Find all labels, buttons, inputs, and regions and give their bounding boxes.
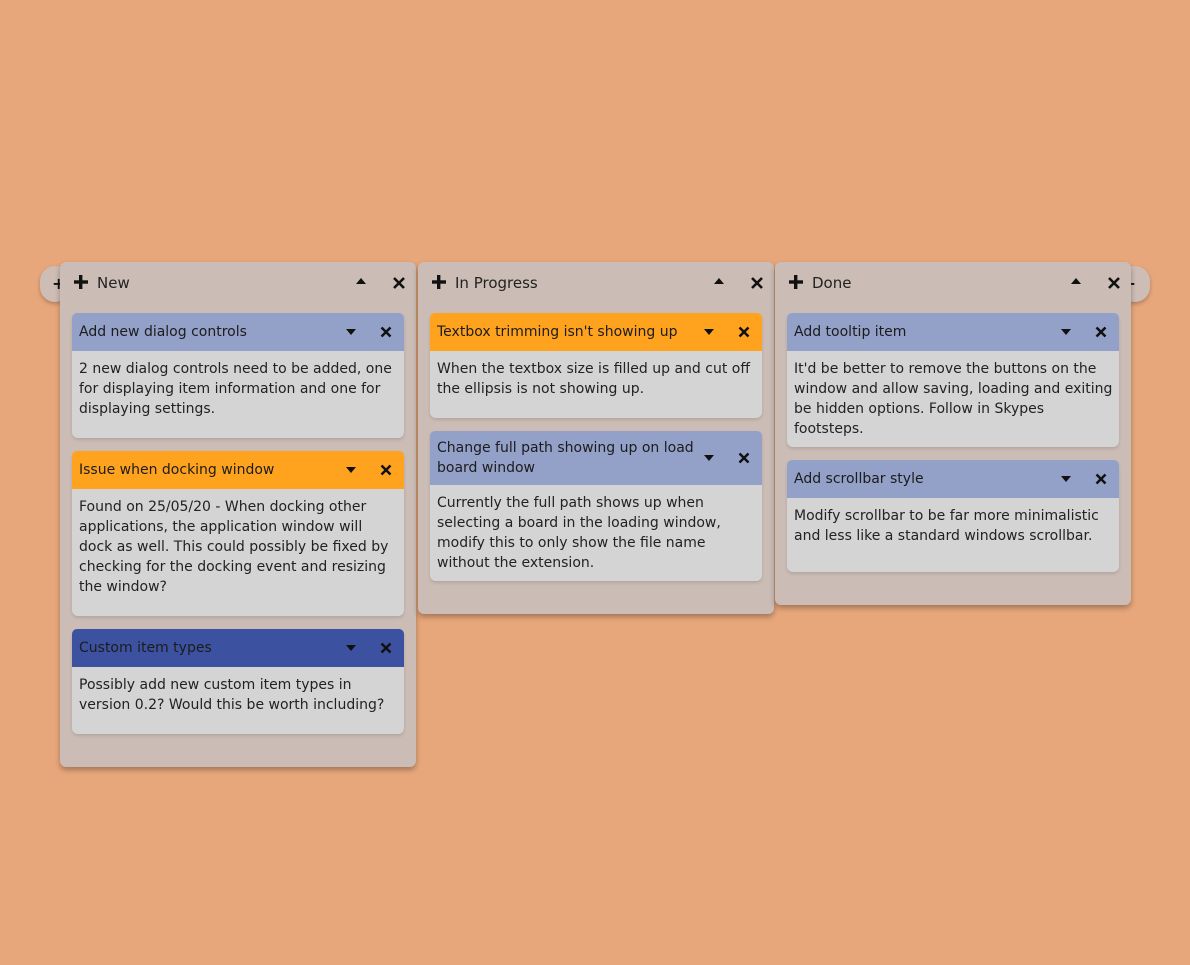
- board-header: In Progress: [418, 262, 774, 306]
- card-title: Add new dialog controls: [79, 324, 247, 340]
- caret-up-icon[interactable]: [356, 278, 366, 284]
- board-header: Done: [775, 262, 1131, 306]
- card-header[interactable]: Change full path showing up on load boar…: [430, 431, 762, 485]
- card[interactable]: Issue when docking window Found on 25/05…: [72, 451, 404, 616]
- board-in-progress: In Progress Textbox trimming isn't showi…: [418, 262, 774, 614]
- close-card-button[interactable]: [380, 642, 392, 654]
- close-board-button[interactable]: [1107, 276, 1121, 290]
- caret-down-icon[interactable]: [1061, 476, 1071, 482]
- card-title: Add scrollbar style: [794, 471, 924, 487]
- board-new: New Add new dialog controls 2 new dialog…: [60, 262, 416, 767]
- card-title: Issue when docking window: [79, 462, 275, 478]
- close-card-button[interactable]: [1095, 473, 1107, 485]
- card-header[interactable]: Custom item types: [72, 629, 404, 667]
- caret-down-icon[interactable]: [346, 329, 356, 335]
- card-header[interactable]: Textbox trimming isn't showing up: [430, 313, 762, 351]
- close-icon: [380, 642, 392, 654]
- board-title: New: [97, 274, 130, 292]
- card-header[interactable]: Add tooltip item: [787, 313, 1119, 351]
- card-description: Possibly add new custom item types in ve…: [79, 677, 385, 713]
- close-icon: [380, 464, 392, 476]
- close-card-button[interactable]: [1095, 326, 1107, 338]
- card-description: Found on 25/05/20 - When docking other a…: [79, 499, 389, 595]
- caret-down-icon[interactable]: [1061, 329, 1071, 335]
- board-title: In Progress: [455, 274, 538, 292]
- card[interactable]: Add new dialog controls 2 new dialog con…: [72, 313, 404, 438]
- card-description: It'd be better to remove the buttons on …: [794, 361, 1113, 437]
- close-icon: [380, 326, 392, 338]
- plus-icon: [74, 275, 88, 289]
- close-card-button[interactable]: [738, 326, 750, 338]
- card-description: When the textbox size is filled up and c…: [437, 361, 750, 397]
- close-card-button[interactable]: [380, 464, 392, 476]
- close-icon: [751, 277, 763, 289]
- card-description: 2 new dialog controls need to be added, …: [79, 361, 392, 417]
- board-header: New: [60, 262, 416, 306]
- board-title: Done: [812, 274, 852, 292]
- add-item-button[interactable]: [430, 273, 448, 291]
- card[interactable]: Textbox trimming isn't showing up When t…: [430, 313, 762, 418]
- caret-down-icon[interactable]: [346, 645, 356, 651]
- caret-up-icon[interactable]: [1071, 278, 1081, 284]
- card-title: Change full path showing up on load boar…: [437, 440, 694, 476]
- caret-down-icon[interactable]: [704, 455, 714, 461]
- card-title: Add tooltip item: [794, 324, 907, 340]
- card-title: Custom item types: [79, 640, 212, 656]
- close-icon: [1095, 326, 1107, 338]
- close-icon: [393, 277, 405, 289]
- caret-down-icon[interactable]: [346, 467, 356, 473]
- close-card-button[interactable]: [738, 452, 750, 464]
- add-item-button[interactable]: [72, 273, 90, 291]
- close-icon: [1095, 473, 1107, 485]
- close-icon: [738, 452, 750, 464]
- plus-icon: [432, 275, 446, 289]
- close-board-button[interactable]: [392, 276, 406, 290]
- card[interactable]: Custom item types Possibly add new custo…: [72, 629, 404, 734]
- add-item-button[interactable]: [787, 273, 805, 291]
- plus-icon: [789, 275, 803, 289]
- card-header[interactable]: Add scrollbar style: [787, 460, 1119, 498]
- card-header[interactable]: Add new dialog controls: [72, 313, 404, 351]
- card-description: Modify scrollbar to be far more minimali…: [794, 508, 1099, 544]
- close-card-button[interactable]: [380, 326, 392, 338]
- caret-up-icon[interactable]: [714, 278, 724, 284]
- close-board-button[interactable]: [750, 276, 764, 290]
- card[interactable]: Add scrollbar style Modify scrollbar to …: [787, 460, 1119, 572]
- card[interactable]: Change full path showing up on load boar…: [430, 431, 762, 581]
- close-icon: [1108, 277, 1120, 289]
- card-description: Currently the full path shows up when se…: [437, 495, 721, 571]
- card[interactable]: Add tooltip item It'd be better to remov…: [787, 313, 1119, 447]
- card-header[interactable]: Issue when docking window: [72, 451, 404, 489]
- card-title: Textbox trimming isn't showing up: [437, 324, 678, 340]
- close-icon: [738, 326, 750, 338]
- caret-down-icon[interactable]: [704, 329, 714, 335]
- board-done: Done Add tooltip item It'd be better to …: [775, 262, 1131, 605]
